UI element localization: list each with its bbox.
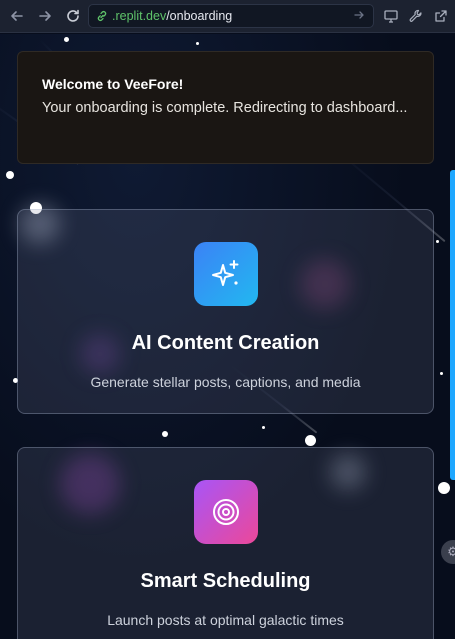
star — [436, 240, 439, 243]
feature-card-ai-content: AI Content Creation Generate stellar pos… — [17, 209, 434, 414]
settings-toggle-icon[interactable]: ⚙ — [441, 540, 455, 564]
back-icon[interactable] — [6, 5, 28, 27]
feature-card-smart-scheduling: Smart Scheduling Launch posts at optimal… — [17, 447, 434, 639]
star — [64, 37, 69, 42]
open-external-icon[interactable] — [431, 6, 451, 26]
scrollbar[interactable] — [450, 170, 455, 480]
url-host: .replit.dev — [112, 9, 167, 23]
success-toast: Welcome to VeeFore! Your onboarding is c… — [17, 51, 434, 164]
reload-icon[interactable] — [62, 5, 84, 27]
monitor-icon[interactable] — [381, 6, 401, 26]
wrench-icon[interactable] — [406, 6, 426, 26]
feature-description: Generate stellar posts, captions, and me… — [90, 374, 361, 390]
url-path: /onboarding — [166, 9, 233, 23]
browser-toolbar: .replit.dev/onboarding — [0, 0, 455, 33]
feature-title: AI Content Creation — [131, 332, 320, 354]
feature-title: Smart Scheduling — [140, 570, 311, 592]
star — [438, 482, 450, 494]
target-icon — [193, 480, 258, 544]
star — [262, 426, 265, 429]
feature-description: Launch posts at optimal galactic times — [107, 612, 344, 628]
star — [440, 372, 443, 375]
link-icon — [97, 10, 107, 22]
onboarding-page: Welcome to VeeFore! Your onboarding is c… — [0, 34, 455, 639]
star — [162, 431, 168, 437]
sparkles-icon — [193, 242, 258, 306]
toast-message: Your onboarding is complete. Redirecting… — [42, 100, 408, 116]
star — [6, 171, 14, 179]
address-bar[interactable]: .replit.dev/onboarding — [88, 4, 374, 28]
star — [305, 435, 316, 446]
toast-title: Welcome to VeeFore! — [42, 76, 184, 92]
forward-icon[interactable] — [34, 5, 56, 27]
star — [196, 42, 199, 45]
go-icon[interactable] — [353, 9, 365, 24]
